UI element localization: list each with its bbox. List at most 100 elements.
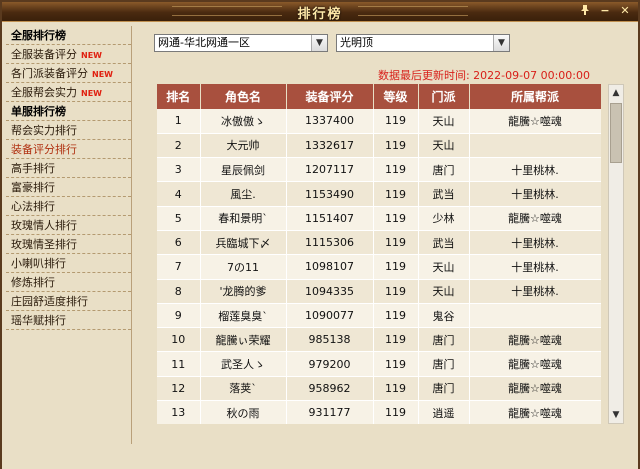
table-cell: 4: [157, 181, 201, 207]
chevron-down-icon[interactable]: ▼: [493, 35, 509, 51]
new-badge: NEW: [81, 89, 102, 98]
table-cell: 9: [157, 303, 201, 329]
table-cell: 十里桃林.: [469, 230, 601, 256]
table-cell: 119: [373, 133, 419, 159]
region-select-value: 网通-华北网通一区: [158, 36, 250, 49]
sidebar-item[interactable]: 瑶华赋排行: [6, 311, 131, 330]
sidebar-item-label: 全服排行榜: [11, 29, 66, 42]
table-cell: 958962: [286, 376, 374, 402]
sidebar-item-label: 装备评分排行: [11, 143, 77, 156]
sidebar-item[interactable]: 帮会实力排行: [6, 121, 131, 140]
server-select-value: 光明顶: [340, 36, 373, 49]
sidebar-item[interactable]: 富豪排行: [6, 178, 131, 197]
sidebar-category-heading: 全服排行榜: [6, 26, 131, 45]
table-row[interactable]: 3 星辰佩剑 1207117 119 唐门 十里桃林.: [157, 157, 601, 183]
table-cell: 119: [373, 206, 419, 231]
table-cell: 1207117: [286, 157, 374, 183]
title-bar[interactable]: 排行榜 − ✕: [2, 2, 638, 22]
table-cell: 1090077: [286, 303, 374, 329]
sidebar-item-label: 玫瑰情圣排行: [11, 238, 77, 251]
table-cell: 1332617: [286, 133, 374, 159]
sidebar-item[interactable]: 庄园舒适度排行: [6, 292, 131, 311]
table-cell: 武当: [418, 230, 470, 256]
table-cell: 119: [373, 254, 419, 280]
table-cell: 天山: [418, 279, 470, 304]
ranking-table-wrapper: 排名 角色名 装备评分 等级 门派 所属帮派 1 冰傲傲ゝ 1337400 119 天山 龍騰☆噬魂…: [157, 84, 601, 424]
table-row[interactable]: 9 榴莲臭臭` 1090077 119 鬼谷: [157, 303, 601, 329]
pin-icon[interactable]: [578, 4, 592, 18]
table-cell: 10: [157, 327, 201, 353]
table-cell: 1153490: [286, 181, 374, 207]
table-cell: 龍騰☆噬魂: [469, 400, 601, 424]
sidebar-item[interactable]: 心法排行: [6, 197, 131, 216]
table-cell: 龍騰☆噬魂: [469, 206, 601, 231]
window-bottom-frame: [2, 446, 638, 469]
sidebar-item-label: 各门派装备评分: [11, 67, 88, 80]
column-header[interactable]: 门派: [418, 84, 470, 109]
table-cell: 119: [373, 109, 419, 134]
close-button[interactable]: ✕: [618, 4, 632, 18]
table-cell: 龍騰ぃ荣耀: [200, 327, 287, 353]
table-row[interactable]: 10 龍騰ぃ荣耀 985138 119 唐门 龍騰☆噬魂: [157, 327, 601, 353]
column-header[interactable]: 角色名: [200, 84, 287, 109]
table-cell: 1: [157, 109, 201, 134]
table-cell: 風尘.: [200, 181, 287, 207]
window-title: 排行榜: [297, 7, 343, 22]
table-cell: 天山: [418, 133, 470, 159]
table-row[interactable]: 4 風尘. 1153490 119 武当 十里桃林.: [157, 181, 601, 207]
table-cell: 十里桃林.: [469, 157, 601, 183]
table-cell: 119: [373, 327, 419, 353]
table-row[interactable]: 13 秋の雨 931177 119 逍遥 龍騰☆噬魂: [157, 400, 601, 424]
table-cell: 唐门: [418, 157, 470, 183]
sidebar-item-label: 小喇叭排行: [11, 257, 66, 270]
table-row[interactable]: 1 冰傲傲ゝ 1337400 119 天山 龍騰☆噬魂: [157, 109, 601, 134]
sidebar-item[interactable]: 装备评分排行: [6, 140, 131, 159]
minimize-button[interactable]: −: [598, 4, 612, 18]
sidebar-item[interactable]: 全服装备评分 NEW: [6, 45, 131, 64]
table-cell: 龍騰☆噬魂: [469, 376, 601, 402]
chevron-down-icon[interactable]: ▼: [311, 35, 327, 51]
sidebar-item[interactable]: 玫瑰情圣排行: [6, 235, 131, 254]
sidebar-item-label: 单服排行榜: [11, 105, 66, 118]
sidebar-item[interactable]: 各门派装备评分 NEW: [6, 64, 131, 83]
table-cell: 天山: [418, 254, 470, 280]
table-cell: 唐门: [418, 327, 470, 353]
region-select[interactable]: 网通-华北网通一区 ▼: [154, 34, 328, 52]
table-cell: 12: [157, 376, 201, 402]
sidebar-item-label: 瑶华赋排行: [11, 314, 66, 327]
sidebar-item[interactable]: 小喇叭排行: [6, 254, 131, 273]
sidebar-item-label: 玫瑰情人排行: [11, 219, 77, 232]
sidebar-item[interactable]: 修炼排行: [6, 273, 131, 292]
table-row[interactable]: 11 武圣人ゝ 979200 119 唐门 龍騰☆噬魂: [157, 351, 601, 377]
table-row[interactable]: 12 落荚` 958962 119 唐门 龍騰☆噬魂: [157, 376, 601, 402]
column-header[interactable]: 等级: [373, 84, 419, 109]
table-cell: 大元帅: [200, 133, 287, 159]
column-header[interactable]: 所属帮派: [469, 84, 601, 109]
sidebar-item[interactable]: 高手排行: [6, 159, 131, 178]
new-badge: NEW: [92, 70, 113, 79]
table-row[interactable]: 7 7の11 1098107 119 天山 十里桃林.: [157, 254, 601, 280]
table-row[interactable]: 5 春和景明` 1151407 119 少林 龍騰☆噬魂: [157, 206, 601, 231]
scroll-up-icon[interactable]: ▲: [609, 85, 623, 101]
ranking-main: 网通-华北网通一区 ▼ 光明顶 ▼ 数据最后更新时间: 2022-09-07 0…: [136, 26, 634, 444]
table-cell: 13: [157, 400, 201, 424]
table-scrollbar[interactable]: ▲ ▼: [608, 84, 624, 424]
table-cell: 931177: [286, 400, 374, 424]
sidebar-item[interactable]: 全服帮会实力 NEW: [6, 83, 131, 102]
table-row[interactable]: 2 大元帅 1332617 119 天山: [157, 133, 601, 159]
table-row[interactable]: 8 '龙腾的爹 1094335 119 天山 十里桃林.: [157, 279, 601, 304]
sidebar-item-label: 心法排行: [11, 200, 55, 213]
sidebar-item[interactable]: 玫瑰情人排行: [6, 216, 131, 235]
table-cell: 春和景明`: [200, 206, 287, 231]
column-header[interactable]: 装备评分: [286, 84, 374, 109]
table-cell: 119: [373, 351, 419, 377]
scrollbar-thumb[interactable]: [610, 103, 622, 163]
table-cell: '龙腾的爹: [200, 279, 287, 304]
scroll-down-icon[interactable]: ▼: [609, 407, 623, 423]
column-header[interactable]: 排名: [157, 84, 201, 109]
table-cell: 119: [373, 230, 419, 256]
table-cell: 119: [373, 400, 419, 424]
table-row[interactable]: 6 兵臨城下〆 1115306 119 武当 十里桃林.: [157, 230, 601, 256]
server-select[interactable]: 光明顶 ▼: [336, 34, 510, 52]
table-cell: 7: [157, 254, 201, 280]
